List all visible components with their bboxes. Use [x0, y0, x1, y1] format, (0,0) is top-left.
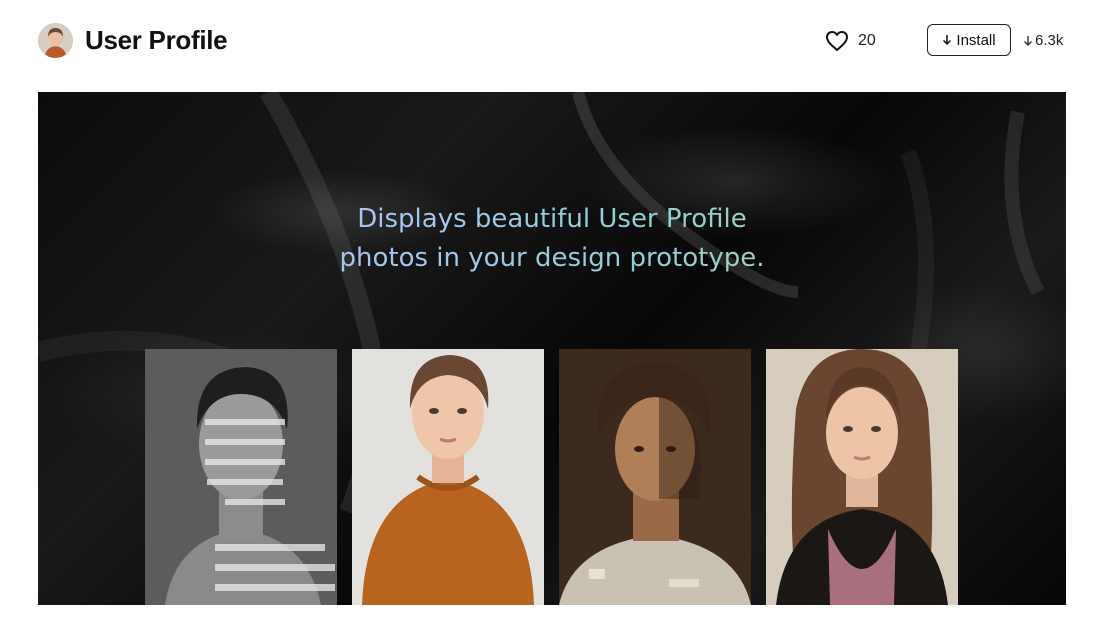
- header: User Profile 20 Install 6.3k: [0, 0, 1100, 84]
- download-count-value: 6.3k: [1035, 32, 1064, 49]
- install-label: Install: [956, 31, 996, 49]
- hero-banner: Displays beautiful User Profile photos i…: [38, 92, 1066, 605]
- arrow-down-icon: [1024, 35, 1032, 46]
- tagline-line-1: Displays beautiful User Profile: [357, 204, 747, 234]
- download-count: 6.3k: [1023, 32, 1063, 49]
- avatar: [38, 23, 73, 58]
- page-title: User Profile: [85, 25, 228, 55]
- arrow-down-icon: [943, 35, 952, 46]
- profile-photo-4: [766, 349, 958, 605]
- tagline-line-2: photos in your design prototype.: [339, 243, 765, 273]
- profile-photo-1: [145, 349, 337, 605]
- profile-photo-3: [559, 349, 751, 605]
- profile-photo-2: [352, 349, 544, 605]
- like-button[interactable]: [823, 27, 851, 55]
- heart-icon: [826, 31, 848, 51]
- install-button[interactable]: Install: [927, 24, 1011, 56]
- like-count: 20: [858, 32, 876, 49]
- hero-tagline: Displays beautiful User Profile photos i…: [38, 200, 1066, 278]
